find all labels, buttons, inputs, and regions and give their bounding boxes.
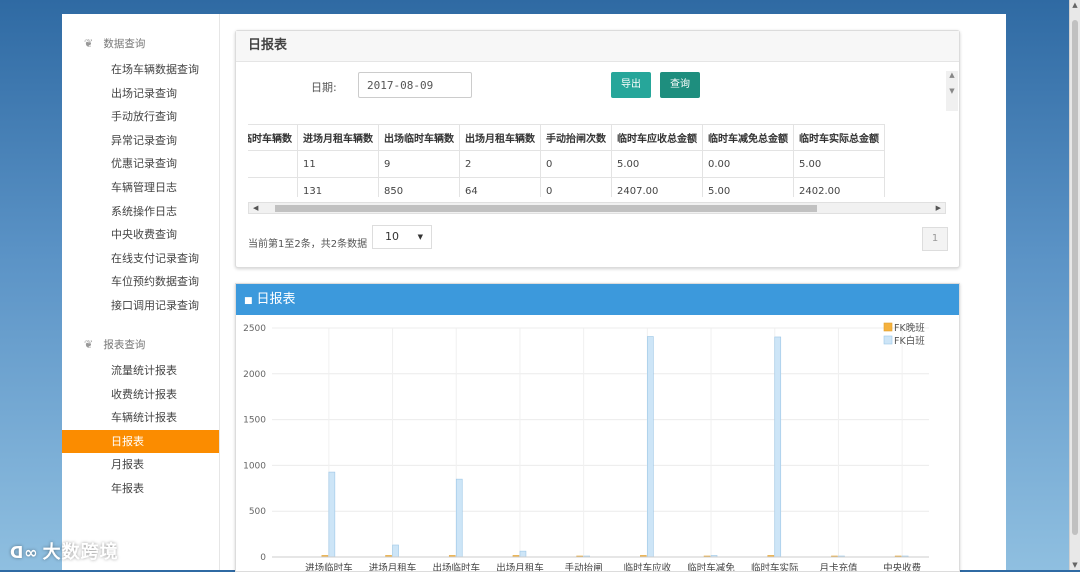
table-cell: 9 — [378, 150, 460, 178]
app-window: ❦ 数据查询 在场车辆数据查询 出场记录查询 手动放行查询 异常记录查询 优惠记录查询车… — [62, 14, 1006, 572]
sidebar-item[interactable]: 收费统计报表 — [62, 383, 219, 406]
table-cell: 850 — [378, 177, 460, 197]
report-table-viewport: 班员进场临时车辆数进场月租车辆数出场临时车辆数出场月租车辆数手动抬闸次数临时车应… — [248, 124, 947, 197]
table-cell: 0 — [540, 177, 612, 197]
sidebar-item[interactable]: 异常记录查询 — [62, 129, 219, 152]
y-tick-label: 2000 — [243, 370, 266, 380]
sidebar-item[interactable]: 月报表 — [62, 453, 219, 476]
y-tick-label: 2500 — [243, 324, 266, 334]
bar — [647, 336, 654, 558]
table-cell: 64 — [459, 177, 541, 197]
date-input[interactable] — [358, 72, 472, 98]
nav-group-label: 报表查询 — [103, 339, 146, 351]
filter-scrollbar[interactable]: ▲ ▼ — [946, 71, 958, 111]
column-header[interactable]: 出场临时车辆数 — [378, 124, 460, 151]
table-cell: 2407.00 — [611, 177, 703, 197]
pager-info: 当前第1至2条，共2条数据 — [248, 239, 368, 250]
table-scroll-thumb[interactable] — [275, 205, 817, 212]
sidebar-item[interactable]: 手动放行查询 — [62, 105, 219, 128]
legend-swatch — [883, 335, 893, 345]
column-header[interactable]: 进场临时车辆数 — [248, 124, 298, 151]
panel-title: 日报表 — [236, 31, 959, 62]
sidebar-item[interactable]: 在场车辆数据查询 — [62, 58, 219, 81]
table-row[interactable]: 晚班12119205.000.005.00 — [248, 150, 885, 178]
legend-label: FK晚班 — [894, 322, 925, 334]
date-label: 日期: — [311, 81, 337, 94]
legend-label: FK白班 — [894, 335, 925, 347]
page-scrollbar[interactable]: ▲ ▼ — [1069, 0, 1080, 570]
bar — [328, 471, 336, 558]
table-cell: 131 — [297, 177, 379, 197]
watermark: ᗡ∞ 大数跨境 — [10, 538, 119, 564]
chart-panel-header: ■ 日报表 — [236, 284, 959, 315]
table-cell: 11 — [297, 150, 379, 178]
column-header[interactable]: 临时车减免总金额 — [702, 124, 794, 151]
nav-group-label: 数据查询 — [103, 38, 146, 50]
table-cell: 5.00 — [702, 177, 794, 197]
sidebar-item[interactable]: 中央收费查询 — [62, 223, 219, 246]
column-header[interactable]: 手动抬闸次数 — [540, 124, 612, 151]
table-cell: 5.00 — [793, 150, 885, 178]
scroll-right-icon[interactable]: ▶ — [936, 203, 941, 213]
brand-logo-icon: ᗡ∞ — [10, 543, 39, 562]
y-tick-label: 1000 — [243, 461, 266, 471]
bar — [519, 550, 527, 558]
sidebar-item[interactable]: 车位预约数据查询 — [62, 270, 219, 293]
sidebar-item[interactable]: 车辆统计报表 — [62, 406, 219, 429]
cat-icon: ❦ — [84, 338, 94, 351]
export-button[interactable]: 导出 — [611, 72, 651, 98]
table-cell: 927 — [248, 177, 298, 197]
sidebar-item[interactable]: 系统操作日志 — [62, 200, 219, 223]
sidebar-item[interactable]: 优惠记录查询 — [62, 152, 219, 175]
watermark-text: 大数跨境 — [42, 542, 119, 563]
scroll-down-icon[interactable]: ▼ — [1070, 560, 1080, 570]
bar — [455, 478, 463, 558]
bar-chart: 05001000150020002500进场临时车 进场月租车 出场临时车 出场月租车… — [243, 322, 929, 571]
sidebar-item[interactable]: 日报表 — [62, 429, 219, 453]
scroll-up-icon[interactable]: ▲ — [1070, 0, 1080, 10]
sidebar-item[interactable]: 出场记录查询 — [62, 82, 219, 105]
chevron-down-icon: ▼ — [417, 233, 423, 241]
table-cell: 2402.00 — [793, 177, 885, 197]
sidebar-item[interactable]: 流量统计报表 — [62, 359, 219, 382]
legend-swatch — [883, 322, 893, 332]
table-cell: 5.00 — [611, 150, 703, 178]
scroll-left-icon[interactable]: ◀ — [253, 203, 258, 213]
cat-icon: ❦ — [84, 37, 94, 50]
page-size-select[interactable]: 10 ▼ — [372, 225, 432, 249]
sidebar-item[interactable]: 年报表 — [62, 477, 219, 500]
y-tick-label: 500 — [249, 507, 266, 517]
column-header[interactable]: 临时车实际总金额 — [793, 124, 885, 151]
column-header[interactable]: 出场月租车辆数 — [459, 124, 541, 151]
table-horizontal-scrollbar[interactable]: ◀ ▶ — [248, 202, 946, 214]
chart-panel: ■ 日报表 0 500 1000 1500 2000 2500 进场临时车 进场月租车 出场临时车… — [235, 283, 960, 572]
daily-report-panel: 日报表 日期: 导出 查询 ▲▼ 班员进场临时车辆数进场月租车辆数出场临时车辆数… — [235, 30, 960, 268]
sidebar-item[interactable]: 接口调用记录查询 — [62, 294, 219, 317]
sidebar: ❦ 数据查询 在场车辆数据查询 出场记录查询 手动放行查询 异常记录查询 优惠记录查询车… — [62, 14, 220, 570]
sidebar-item[interactable]: 在线支付记录查询 — [62, 247, 219, 270]
table-cell: 0.00 — [702, 150, 794, 178]
page-button[interactable]: 1 — [922, 227, 948, 251]
page-size-value: 10 — [385, 230, 399, 243]
table-cell: 2 — [459, 150, 541, 178]
table-cell: 12 — [248, 150, 298, 178]
report-table: 班员进场临时车辆数进场月租车辆数出场临时车辆数出场月租车辆数手动抬闸次数临时车应… — [248, 124, 885, 197]
bar — [774, 336, 782, 558]
nav-group-data-query[interactable]: ❦ 数据查询 — [84, 36, 145, 52]
y-tick-label: 1500 — [243, 416, 266, 426]
table-cell: 0 — [540, 150, 612, 178]
chart-panel-title: 日报表 — [256, 292, 296, 307]
column-header[interactable]: 临时车应收总金额 — [611, 124, 703, 151]
column-header[interactable]: 进场月租车辆数 — [297, 124, 379, 151]
query-button[interactable]: 查询 — [660, 72, 700, 98]
page-scroll-thumb[interactable] — [1072, 20, 1078, 535]
y-tick-label: 0 — [260, 553, 266, 563]
nav-group-report-query[interactable]: ❦ 报表查询 — [84, 337, 145, 353]
sidebar-item[interactable]: 车辆管理日志 — [62, 176, 219, 199]
bar — [392, 544, 399, 558]
camera-icon: ■ — [244, 296, 253, 306]
table-row[interactable]: 白班9271318506402407.005.002402.00 — [248, 177, 885, 197]
